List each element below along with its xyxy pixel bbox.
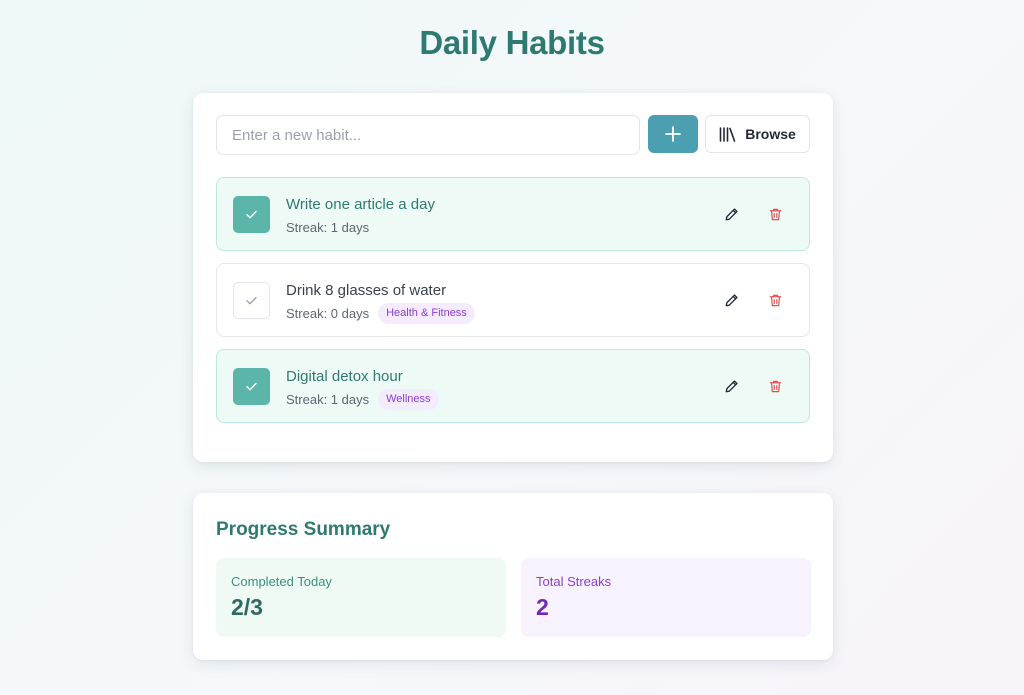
new-habit-row: Browse xyxy=(216,115,810,155)
habit-title: Digital detox hour xyxy=(286,368,403,385)
habit-list: Write one article a day Streak: 1 days D… xyxy=(216,177,810,435)
delete-habit-button[interactable] xyxy=(764,375,786,397)
total-streaks-label: Total Streaks xyxy=(536,574,612,589)
trash-icon xyxy=(769,294,781,306)
habit-title: Write one article a day xyxy=(286,196,435,213)
habit-meta: Streak: 1 days xyxy=(286,216,369,238)
habit-category-tag: Wellness xyxy=(378,388,439,410)
completed-today-stat: Completed Today 2/3 xyxy=(216,558,506,637)
habit-meta: Streak: 1 days Wellness xyxy=(286,388,439,410)
completed-today-value: 2/3 xyxy=(231,594,263,620)
check-icon xyxy=(246,296,257,305)
habit-streak: Streak: 1 days xyxy=(286,391,370,407)
completed-today-label: Completed Today xyxy=(231,574,332,589)
habit-item: Digital detox hour Streak: 1 days Wellne… xyxy=(216,349,810,423)
habit-checkbox[interactable] xyxy=(233,282,270,319)
edit-habit-button[interactable] xyxy=(720,289,742,311)
habit-checkbox[interactable] xyxy=(233,368,270,405)
check-icon xyxy=(246,382,257,391)
page-title: Daily Habits xyxy=(419,24,605,61)
total-streaks-value: 2 xyxy=(536,594,549,620)
pencil-icon xyxy=(725,293,738,306)
trash-icon xyxy=(769,208,781,220)
browse-button[interactable]: Browse xyxy=(705,115,810,153)
habit-title: Drink 8 glasses of water xyxy=(286,282,447,299)
habit-item: Write one article a day Streak: 1 days xyxy=(216,177,810,251)
trash-icon xyxy=(769,380,781,392)
habit-streak: Streak: 1 days xyxy=(286,219,370,235)
delete-habit-button[interactable] xyxy=(764,203,786,225)
summary-title: Progress Summary xyxy=(216,519,391,540)
browse-label: Browse xyxy=(745,126,796,142)
total-streaks-stat: Total Streaks 2 xyxy=(521,558,811,637)
habit-meta: Streak: 0 days Health & Fitness xyxy=(286,302,475,324)
new-habit-input[interactable] xyxy=(216,115,640,155)
plus-icon xyxy=(665,126,681,142)
habit-streak: Streak: 0 days xyxy=(286,305,370,321)
pencil-icon xyxy=(725,207,738,220)
habit-item: Drink 8 glasses of water Streak: 0 days … xyxy=(216,263,810,337)
add-habit-button[interactable] xyxy=(648,115,698,153)
edit-habit-button[interactable] xyxy=(720,375,742,397)
pencil-icon xyxy=(725,379,738,392)
delete-habit-button[interactable] xyxy=(764,289,786,311)
edit-habit-button[interactable] xyxy=(720,203,742,225)
library-icon xyxy=(719,126,736,142)
check-icon xyxy=(246,210,257,219)
progress-summary-card: Progress Summary Completed Today 2/3 Tot… xyxy=(193,493,833,660)
habit-checkbox[interactable] xyxy=(233,196,270,233)
habit-category-tag: Health & Fitness xyxy=(378,302,475,324)
habits-card: Browse Write one article a day Streak: 1… xyxy=(193,93,833,462)
